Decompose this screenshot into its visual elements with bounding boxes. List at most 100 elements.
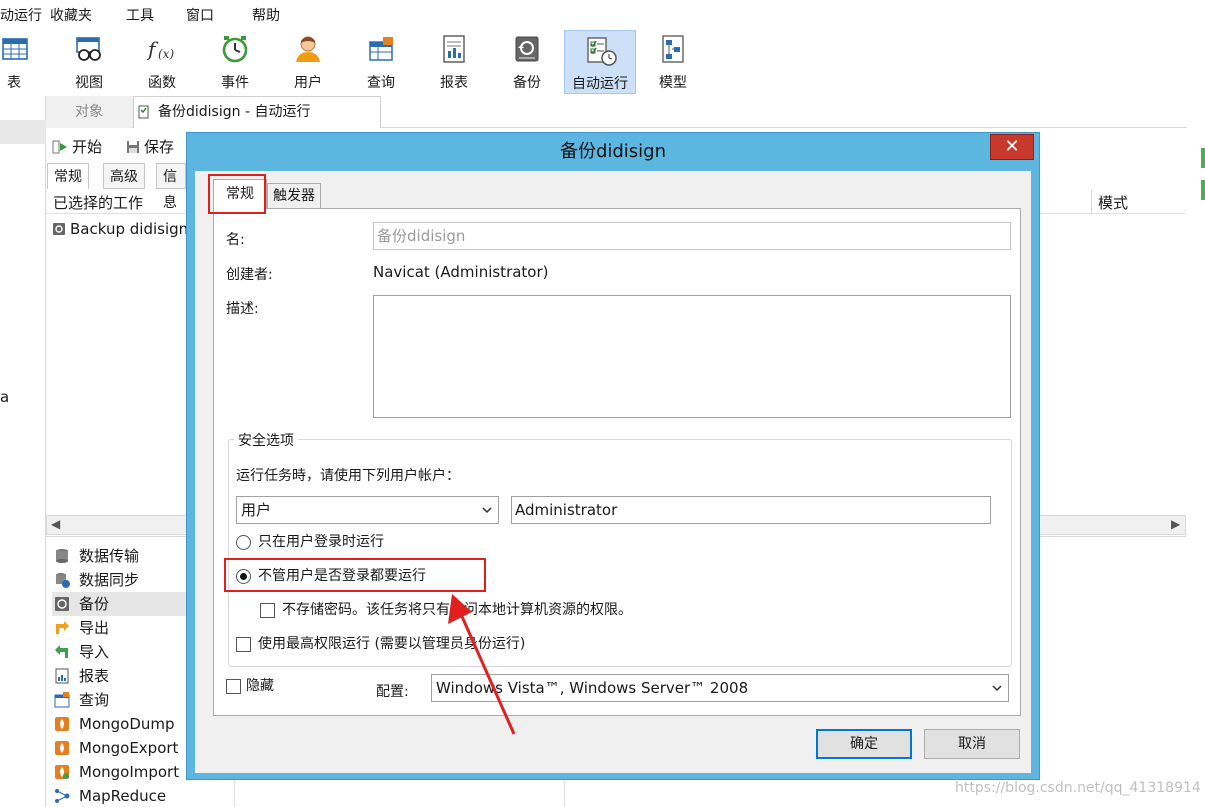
chevron-down-icon [992,685,1002,692]
checkbox-indicator [236,637,251,652]
job-list-item[interactable]: Backup didisign [52,218,188,240]
toolbar-backup-button[interactable]: 备份 [491,30,563,94]
scroll-right-icon[interactable]: ▶ [1171,517,1180,531]
job-type-report[interactable]: 报表 [54,664,109,688]
close-icon: ✕ [1004,136,1020,157]
model-icon [662,35,684,63]
bg-tab-advanced[interactable]: 高级 [103,163,145,189]
automation-tab-icon [138,105,149,119]
menu-tools[interactable]: 工具 [126,5,154,25]
dialog-client-area: 常规 触发器 名: 备份didisign 创建者: Navicat (Admin… [195,171,1031,773]
query-icon [54,692,70,708]
tab-triggers[interactable]: 触发器 [267,183,321,209]
menu-automation[interactable]: 动运行 [0,5,42,25]
dialog-title: 备份didisign [559,141,667,162]
highlight-box-general-tab [208,174,266,214]
config-select[interactable]: Windows Vista™, Windows Server™ 2008 [431,674,1009,702]
cancel-button[interactable]: 取消 [924,729,1020,759]
tab-automation-backup[interactable]: 备份didisign - 自动运行 [133,96,381,128]
job-type-mongoimport[interactable]: MongoImport [54,760,179,784]
save-button[interactable]: 保存 [126,136,174,158]
chevron-down-icon [482,507,492,514]
menu-window[interactable]: 窗口 [186,5,214,25]
mongoimport-icon [55,765,69,779]
data-transfer-icon [56,549,68,563]
mode-column-header: 模式 [1098,194,1129,212]
bg-tab-general[interactable]: 常规 [47,163,89,189]
navigation-pane [0,96,46,807]
general-tab-panel: 名: 备份didisign 创建者: Navicat (Administrato… [213,208,1021,716]
toolbar-model-button[interactable]: 模型 [637,30,709,94]
data-sync-icon [56,573,70,588]
column-divider [1091,190,1092,214]
description-label: 描述: [226,301,259,317]
toolbar-automation-button[interactable]: 自动运行 [564,30,636,94]
job-type-export[interactable]: 导出 [54,616,109,640]
radio-indicator [236,535,251,550]
toolbar-report-button[interactable]: 报表 [418,30,490,94]
toolbar-user-button[interactable]: 用户 [272,30,344,94]
navigation-partial-text: a [0,388,10,406]
job-type-data-sync[interactable]: 数据同步 [54,568,139,592]
toolbar-query-button[interactable]: 查询 [345,30,417,94]
backup-icon [55,597,69,611]
creator-value: Navicat (Administrator) [373,263,549,281]
menu-help[interactable]: 帮助 [252,5,280,25]
export-arrow-icon [56,621,69,634]
security-options-label: 安全选项 [234,430,298,450]
scroll-left-icon[interactable]: ◀ [51,517,60,531]
job-type-mongodump[interactable]: MongoDump [54,712,175,736]
view-icon [76,37,101,61]
config-label: 配置: [376,684,409,700]
automation-toolbar: 开始 保存 [46,130,186,162]
automation-icon [587,37,617,66]
mongodump-icon [55,717,69,731]
checkbox-hidden[interactable]: 隐藏 [226,677,274,697]
job-type-data-transfer[interactable]: 数据传输 [54,544,139,568]
toolbar-function-button[interactable]: f (x) 函数 [126,30,198,94]
toolbar-event-button[interactable]: 事件 [199,30,271,94]
ok-button[interactable]: 确定 [816,729,912,759]
checkbox-indicator [260,603,275,618]
event-clock-icon [222,36,248,63]
account-type-select[interactable]: 用户 [236,496,499,524]
toolbar-view-button[interactable]: 视图 [53,30,125,94]
run-as-instruction: 运行任务時，请使用下列用户帐户： [236,468,460,484]
menu-favorites[interactable]: 收藏夹 [50,5,92,25]
import-arrow-icon [55,645,68,658]
job-type-mongoexport[interactable]: MongoExport [54,736,178,760]
task-name-field: 备份didisign [373,222,1011,250]
tab-objects[interactable]: 对象 [46,96,132,128]
navigation-selected-row[interactable] [0,120,46,144]
checkbox-run-highest-privileges[interactable]: 使用最高权限运行 (需要以管理员身份运行) [236,635,525,655]
selected-jobs-heading: 已选择的工作 [53,194,144,212]
radio-run-only-logged-on[interactable]: 只在用户登录时运行 [236,533,384,553]
job-type-import[interactable]: 导入 [54,640,109,664]
description-textarea[interactable] [373,295,1011,418]
save-icon [127,141,139,153]
table-icon [2,38,28,60]
user-icon [296,36,320,62]
close-button[interactable]: ✕ [990,134,1034,160]
job-type-query[interactable]: 查询 [54,688,109,712]
account-name-field[interactable]: Administrator [511,496,991,524]
watermark: https://blog.csdn.net/qq_41318914 [955,780,1201,796]
mongoexport-icon [55,741,69,755]
menu-bar: 动运行 收藏夹 工具 窗口 帮助 [0,0,1205,30]
backup-schedule-dialog: 备份didisign ✕ 常规 触发器 名: 备份didisign 创建者: N… [186,132,1040,780]
report-icon [443,35,465,63]
job-type-mapreduce[interactable]: MapReduce [54,784,166,807]
job-type-backup[interactable]: 备份 [54,592,109,616]
start-icon [52,140,67,154]
bg-tab-info[interactable]: 信息 [156,163,186,211]
mapreduce-icon [55,789,70,803]
highlight-box-run-whether-logged-on [224,558,486,592]
status-indicator [1201,180,1205,200]
tab-strip-filler [381,96,1187,128]
start-button[interactable]: 开始 [52,136,102,158]
svg-text:(x): (x) [158,47,174,61]
toolbar-table-button[interactable]: 表 [0,30,52,94]
checkbox-do-not-store-password[interactable]: 不存储密码。该任务将只有访问本地计算机资源的权限。 [260,601,632,621]
checkbox-indicator [226,679,241,694]
function-icon: f (x) [146,37,174,61]
